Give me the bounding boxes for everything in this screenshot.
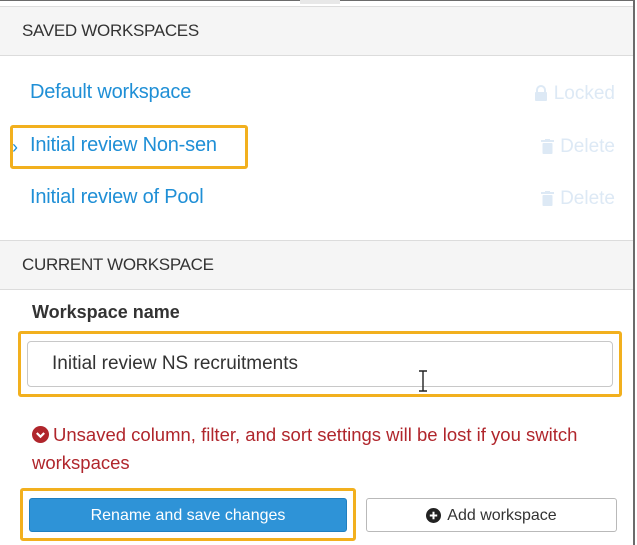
delete-label: Delete [560, 136, 615, 157]
workspace-item-label[interactable]: Default workspace [30, 81, 191, 104]
workspace-lock-status: Locked [534, 83, 615, 105]
unsaved-warning: Unsaved column, filter, and sort setting… [32, 421, 622, 477]
highlight-rename-button [20, 488, 356, 541]
unsaved-warning-text: Unsaved column, filter, and sort setting… [32, 424, 578, 473]
top-notch [300, 0, 340, 4]
delete-label: Delete [560, 188, 615, 209]
workspace-item-initial-review-of-pool[interactable]: Initial review of Pool Delete [0, 180, 633, 220]
add-workspace-label: Add workspace [447, 507, 557, 524]
delete-button[interactable]: Delete [541, 136, 615, 158]
plus-circle-icon [426, 508, 442, 523]
text-cursor-icon [419, 370, 427, 392]
lock-icon [534, 85, 547, 101]
workspace-item-default[interactable]: Default workspace Locked [0, 75, 633, 115]
workspace-item-label[interactable]: Initial review of Pool [30, 186, 204, 209]
highlight-selected-workspace [10, 125, 248, 169]
trash-icon [541, 139, 555, 154]
delete-button[interactable]: Delete [541, 188, 615, 210]
add-workspace-button[interactable]: Add workspace [366, 498, 617, 532]
current-workspace-header: CURRENT WORKSPACE [0, 240, 633, 290]
chevron-down-circle-icon [32, 426, 49, 443]
workspace-name-label: Workspace name [32, 302, 180, 322]
saved-workspaces-header: SAVED WORKSPACES [0, 6, 633, 56]
locked-label: Locked [553, 83, 615, 104]
highlight-workspace-name-input [18, 331, 622, 397]
trash-icon [541, 191, 555, 206]
